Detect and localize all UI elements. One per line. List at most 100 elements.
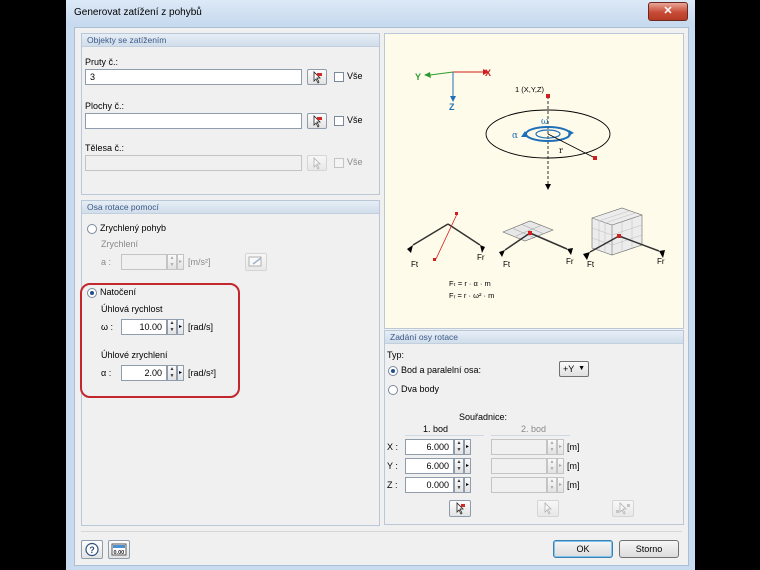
rotation-diagram: X Y Z 1 (X,Y,Z) α ω r Ft Fr Ft Fr Ft Fr … [407,68,665,300]
formula-ft: Fₜ = r · α · m [449,279,491,288]
axis-definition-header: Zadání osy rotace [385,331,683,344]
pick-cursor-icon [313,71,322,84]
axis-direction-value: +Y [563,364,575,374]
ft-label-1: Ft [411,260,419,269]
pick-both-points-button [612,500,634,517]
pick-point1-button[interactable] [449,500,471,517]
two-points-label: Dva body [401,384,440,394]
y-point2-spinner: ▲ ▼ [547,458,557,474]
y-point1-spinner[interactable]: ▲ ▼ [454,458,464,474]
accel-motion-radio[interactable] [87,224,97,234]
z-point1-spinner[interactable]: ▲ ▼ [454,477,464,493]
ft-label-3: Ft [587,260,595,269]
x-point2-spinner: ▲ ▼ [547,439,557,455]
y-unit: [m] [567,461,580,471]
members-all-label: Vše [347,71,363,81]
edit-icon [248,256,262,267]
solids-all-checkbox [334,158,344,168]
help-button[interactable]: ? [81,540,103,559]
solids-all-label: Vše [347,157,363,167]
axis-x-label: X [485,68,491,78]
row-x-label: X : [387,442,399,452]
omega-label: ω [541,117,548,127]
decimal-places-icon: 0.00 [111,543,127,556]
solids-pick-button [307,155,327,171]
accel-input [121,254,167,270]
row-z-label: Z : [387,480,398,490]
col2-label: 2. bod [521,424,547,434]
x-unit: [m] [567,442,580,452]
axis-z-label: Z [449,102,455,112]
solids-label: Tělesa č.: [85,143,125,153]
cancel-button[interactable]: Storno [619,540,679,558]
accel-motion-label: Zrychlený pohyb [100,223,167,233]
ft-label-2: Ft [503,260,511,269]
point-parallel-label: Bod a paralelní osa: [401,365,482,375]
pick-cursor-icon [456,502,465,515]
objects-panel: Objekty se zatížením Pruty č.: 3 Vše Plo… [81,33,380,195]
z-point2-input [491,477,547,493]
x-point2-input [491,439,547,455]
type-label: Typ: [387,350,405,360]
pick-cursor-icon [313,157,321,170]
col1-label: 1. bod [423,424,449,434]
two-points-radio[interactable] [388,385,398,395]
svg-text:0.00: 0.00 [114,550,125,556]
a-symbol: a : [101,257,112,267]
surfaces-pick-button[interactable] [307,113,327,129]
close-button[interactable]: ✕ [648,2,688,21]
ok-button[interactable]: OK [553,540,613,558]
z-point1-input[interactable]: 0.000 [405,477,454,493]
surfaces-all-label: Vše [347,115,363,125]
title-bar[interactable]: Generovat zatížení z pohybů ✕ [66,0,695,26]
members-pick-button[interactable] [307,69,327,85]
r-label: r [559,146,563,155]
z-point2-spinner: ▲ ▼ [547,477,557,493]
members-label: Pruty č.: [85,57,119,67]
pick-cursor-icon [313,115,322,128]
highlight-frame [80,283,240,398]
pick-two-points-icon [616,502,630,515]
axis-definition-panel: Zadání osy rotace Typ: Bod a paralelní o… [384,330,684,525]
solids-input [85,155,302,171]
svg-text:?: ? [89,545,95,555]
help-icon: ? [85,542,99,557]
accel-menu-button: ▸ [177,254,184,270]
accel-unit: [m/s²] [188,257,211,267]
objects-header: Objekty se zatížením [82,34,379,47]
x-point1-menu-button[interactable]: ▸ [464,439,471,455]
dialog-window: Generovat zatížení z pohybů ✕ Objekty se… [66,0,695,570]
window-title: Generovat zatížení z pohybů [74,7,202,18]
accel-label: Zrychlení [101,239,139,249]
y-point2-menu-button: ▸ [557,458,564,474]
z-point2-menu-button: ▸ [557,477,564,493]
surfaces-all-checkbox[interactable] [334,116,344,126]
surfaces-input[interactable] [85,113,302,129]
y-point1-menu-button[interactable]: ▸ [464,458,471,474]
point-parallel-radio[interactable] [388,366,398,376]
figure-panel: X Y Z 1 (X,Y,Z) α ω r Ft Fr Ft Fr Ft Fr … [384,33,684,329]
fr-label-3: Fr [657,257,665,266]
alpha-label: α [512,131,518,141]
fr-label-2: Fr [566,257,574,266]
z-point1-menu-button[interactable]: ▸ [464,477,471,493]
y-point1-input[interactable]: 6.000 [405,458,454,474]
units-button[interactable]: 0.00 [108,540,130,559]
surfaces-label: Plochy č.: [85,101,125,111]
x-point1-spinner[interactable]: ▲ ▼ [454,439,464,455]
z-unit: [m] [567,480,580,490]
fr-label-1: Fr [477,253,485,262]
point-label: 1 (X,Y,Z) [515,85,545,94]
axis-direction-dropdown[interactable]: +Y ▼ [559,361,589,377]
members-all-checkbox[interactable] [334,72,344,82]
x-point1-input[interactable]: 6.000 [405,439,454,455]
pick-cursor-icon [544,502,552,515]
chevron-down-icon: ▼ [578,365,585,372]
axis-y-label: Y [415,72,421,82]
coords-label: Souřadnice: [459,412,508,422]
row-y-label: Y : [387,461,398,471]
members-input[interactable]: 3 [85,69,302,85]
x-point2-menu-button: ▸ [557,439,564,455]
dialog-client: Objekty se zatížením Pruty č.: 3 Vše Plo… [74,27,689,566]
y-point2-input [491,458,547,474]
